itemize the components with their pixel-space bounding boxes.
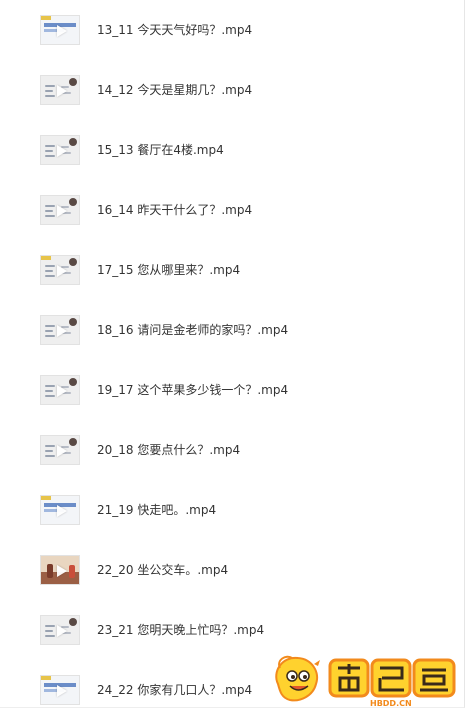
video-thumbnail[interactable]	[40, 195, 80, 225]
egg-mascot-icon: HBDD.CN	[275, 655, 456, 706]
play-icon	[57, 565, 67, 577]
file-name[interactable]: 24_22 你家有几口人？.mp4	[97, 681, 252, 699]
video-thumbnail[interactable]	[40, 135, 80, 165]
video-thumbnail[interactable]	[40, 75, 80, 105]
file-row[interactable]: 20_18 您要点什么？.mp4	[0, 420, 466, 480]
file-name[interactable]: 22_20 坐公交车。.mp4	[97, 561, 228, 579]
watermark-logo: HBDD.CN	[268, 650, 458, 706]
video-thumbnail[interactable]	[40, 615, 80, 645]
file-row[interactable]: 13_11 今天天气好吗？.mp4	[0, 0, 466, 60]
file-row[interactable]: 16_14 昨天干什么了？.mp4	[0, 180, 466, 240]
play-icon	[57, 205, 67, 217]
file-list: 13_11 今天天气好吗？.mp4 14_12 今天是星期几？.mp4 15_1…	[0, 0, 466, 709]
file-name[interactable]: 15_13 餐厅在4楼.mp4	[97, 141, 224, 159]
video-thumbnail[interactable]	[40, 315, 80, 345]
file-name[interactable]: 16_14 昨天干什么了？.mp4	[97, 201, 252, 219]
file-row[interactable]: 15_13 餐厅在4楼.mp4	[0, 120, 466, 180]
video-thumbnail[interactable]	[40, 555, 80, 585]
file-name[interactable]: 20_18 您要点什么？.mp4	[97, 441, 240, 459]
file-name[interactable]: 21_19 快走吧。.mp4	[97, 501, 216, 519]
file-name[interactable]: 13_11 今天天气好吗？.mp4	[97, 21, 252, 39]
play-icon	[57, 685, 67, 697]
play-icon	[57, 625, 67, 637]
play-icon	[57, 325, 67, 337]
file-row[interactable]: 22_20 坐公交车。.mp4	[0, 540, 466, 600]
video-thumbnail[interactable]	[40, 495, 80, 525]
file-row[interactable]: 18_16 请问是金老师的家吗？.mp4	[0, 300, 466, 360]
file-name[interactable]: 19_17 这个苹果多少钱一个？.mp4	[97, 381, 288, 399]
file-row[interactable]: 14_12 今天是星期几？.mp4	[0, 60, 466, 120]
video-thumbnail[interactable]	[40, 375, 80, 405]
video-thumbnail[interactable]	[40, 15, 80, 45]
play-icon	[57, 25, 67, 37]
play-icon	[57, 85, 67, 97]
file-row[interactable]: 21_19 快走吧。.mp4	[0, 480, 466, 540]
play-icon	[57, 445, 67, 457]
file-name[interactable]: 14_12 今天是星期几？.mp4	[97, 81, 252, 99]
play-icon	[57, 385, 67, 397]
play-icon	[57, 505, 67, 517]
file-name[interactable]: 23_21 您明天晚上忙吗？.mp4	[97, 621, 264, 639]
file-row[interactable]: 17_15 您从哪里来？.mp4	[0, 240, 466, 300]
play-icon	[57, 265, 67, 277]
video-thumbnail[interactable]	[40, 255, 80, 285]
video-thumbnail[interactable]	[40, 675, 80, 705]
file-name[interactable]: 17_15 您从哪里来？.mp4	[97, 261, 240, 279]
video-thumbnail[interactable]	[40, 435, 80, 465]
file-name[interactable]: 18_16 请问是金老师的家吗？.mp4	[97, 321, 288, 339]
svg-text:HBDD.CN: HBDD.CN	[370, 699, 412, 706]
play-icon	[57, 145, 67, 157]
file-row[interactable]: 19_17 这个苹果多少钱一个？.mp4	[0, 360, 466, 420]
